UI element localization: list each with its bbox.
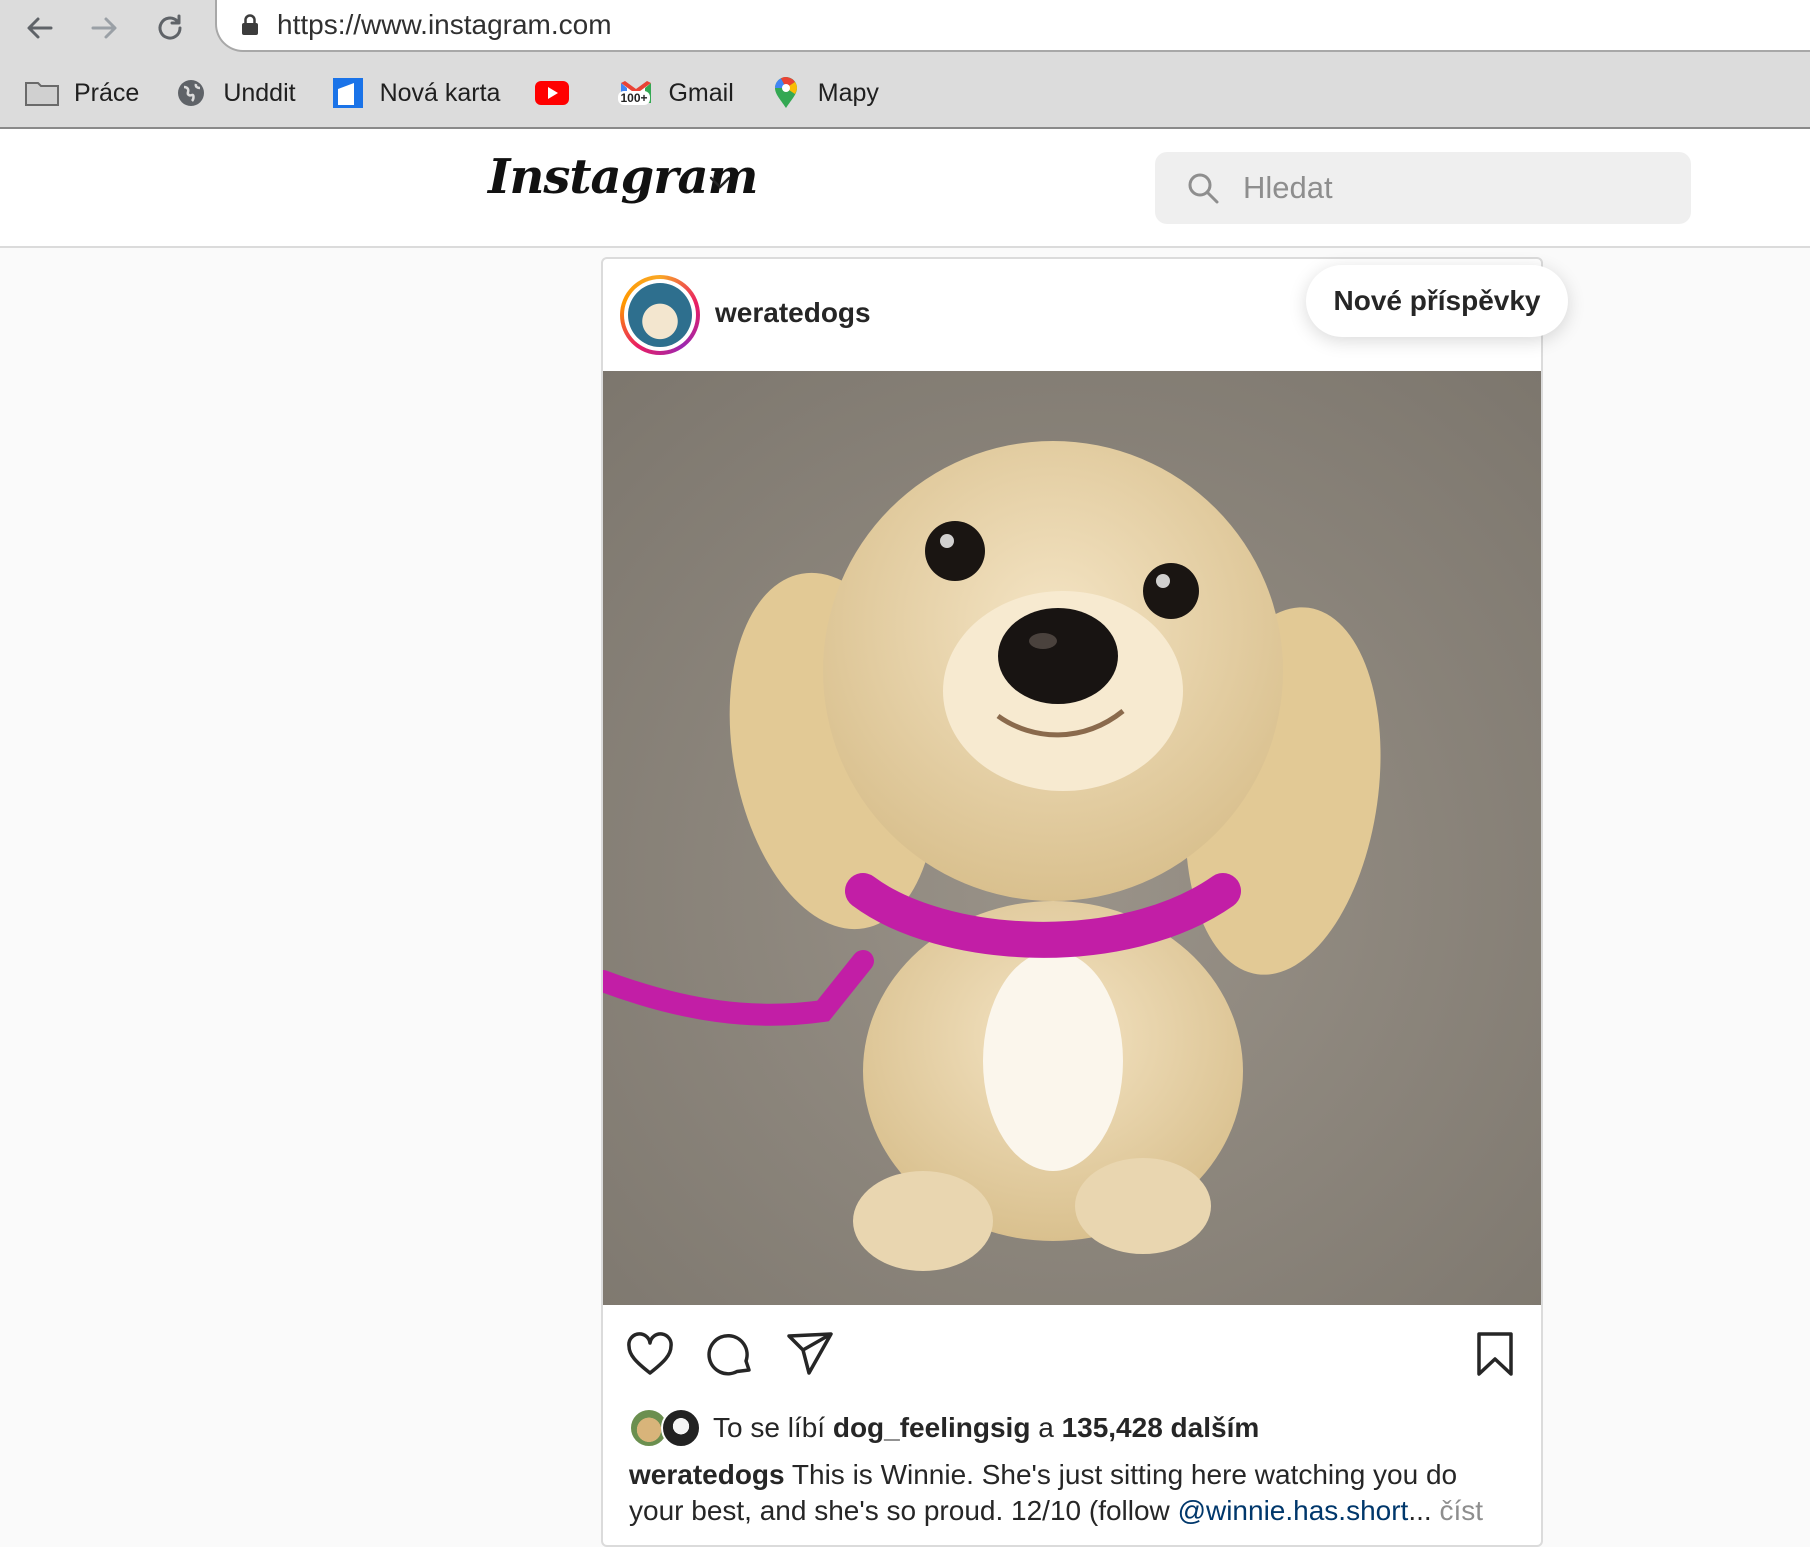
bookmark-label: Nová karta <box>379 78 501 107</box>
likes-count[interactable]: 135,428 dalším <box>1062 1412 1260 1444</box>
search-box[interactable] <box>1155 152 1691 224</box>
search-icon <box>1187 172 1219 204</box>
heart-icon <box>627 1332 673 1375</box>
like-button[interactable] <box>623 1327 677 1381</box>
bookmark-mapy[interactable]: Mapy <box>768 77 879 109</box>
bookmarks-bar: Práce Unddit Nová karta 100+ Gmail Mapy <box>24 70 913 116</box>
likes-prefix: To se líbí <box>713 1412 826 1443</box>
liker-username[interactable]: dog_feelingsig <box>833 1412 1031 1444</box>
reload-icon <box>158 14 182 40</box>
lock-icon <box>241 14 259 36</box>
new-tab-icon <box>330 77 366 109</box>
chevron-down-icon[interactable] <box>708 175 732 196</box>
bookmark-label: Gmail <box>668 78 734 107</box>
bookmark-label: Unddit <box>223 78 296 107</box>
search-input[interactable] <box>1241 169 1645 207</box>
bookmark-nova-karta[interactable]: Nová karta <box>330 77 501 109</box>
post-image[interactable] <box>603 371 1541 1305</box>
read-more-link[interactable]: číst <box>1439 1495 1483 1526</box>
caption-author[interactable]: weratedogs <box>629 1459 785 1490</box>
gmail-badge: 100+ <box>618 91 650 105</box>
share-button[interactable] <box>783 1327 837 1381</box>
back-button[interactable] <box>18 6 62 50</box>
post-username[interactable]: weratedogs <box>715 297 871 329</box>
bookmark-icon <box>1477 1332 1513 1376</box>
arrow-left-icon <box>27 17 53 39</box>
avatar-image <box>628 283 692 347</box>
globe-icon <box>173 77 209 109</box>
youtube-icon <box>534 77 570 109</box>
avatar <box>661 1408 701 1448</box>
puppy-photo <box>603 371 1541 1305</box>
feed-post: weratedogs To se líbí dog_feelingsig a 1… <box>601 257 1543 1547</box>
bookmark-gmail[interactable]: 100+ Gmail <box>618 77 734 109</box>
send-icon <box>787 1332 833 1375</box>
url-text: https://www.instagram.com <box>277 9 612 40</box>
gmail-icon: 100+ <box>618 77 654 109</box>
liker-avatars[interactable] <box>629 1408 703 1448</box>
browser-chrome: https://www.instagram.com Práce Unddit N… <box>0 0 1810 129</box>
bookmark-label: Mapy <box>817 78 879 107</box>
address-bar[interactable]: https://www.instagram.com <box>215 0 1810 52</box>
post-caption: weratedogs This is Winnie. She's just si… <box>629 1457 1519 1529</box>
reload-button[interactable] <box>148 6 192 50</box>
forward-button[interactable] <box>82 6 126 50</box>
folder-icon <box>24 77 60 109</box>
new-posts-button[interactable]: Nové příspěvky <box>1306 265 1568 337</box>
maps-pin-icon <box>768 77 804 109</box>
bookmark-youtube[interactable] <box>534 77 584 109</box>
bookmark-prace[interactable]: Práce <box>24 77 139 109</box>
caption-mention[interactable]: @winnie.has.short <box>1178 1495 1409 1526</box>
likes-summary: To se líbí dog_feelingsig a 135,428 dalš… <box>629 1405 1259 1451</box>
post-actions <box>603 1305 1541 1405</box>
comment-button[interactable] <box>703 1327 757 1381</box>
bookmark-unddit[interactable]: Unddit <box>173 77 296 109</box>
likes-joiner: a <box>1038 1412 1054 1443</box>
comment-icon <box>707 1333 751 1376</box>
bookmark-label: Práce <box>74 78 140 107</box>
arrow-right-icon <box>91 17 117 39</box>
avatar[interactable] <box>620 275 700 355</box>
caption-ellipsis: ... <box>1408 1495 1432 1526</box>
instagram-header: Instagram <box>0 129 1810 248</box>
save-button[interactable] <box>1468 1327 1522 1381</box>
